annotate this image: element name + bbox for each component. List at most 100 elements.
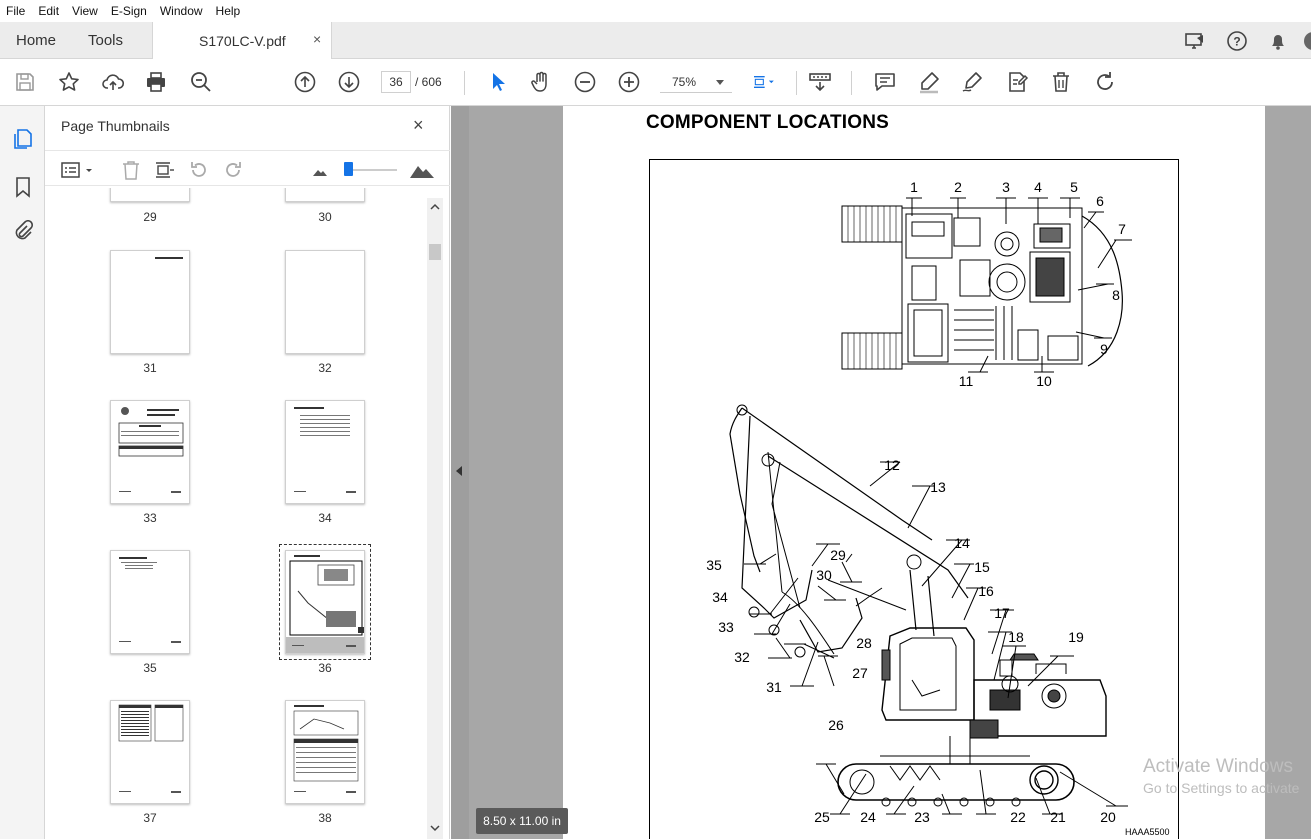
menu-help[interactable]: Help — [216, 4, 241, 18]
document-tab-label: S170LC-V.pdf — [199, 33, 286, 49]
callout-label: 6 — [1096, 193, 1104, 209]
tab-tools[interactable]: Tools — [88, 32, 123, 49]
save-icon[interactable] — [13, 70, 37, 94]
navigation-rail — [0, 106, 45, 839]
scroll-mode-icon[interactable] — [808, 70, 832, 94]
print-icon[interactable] — [144, 70, 168, 94]
panel-collapse-handle[interactable] — [451, 106, 469, 839]
delete-trash-icon[interactable] — [1049, 70, 1073, 94]
tab-document[interactable]: S170LC-V.pdf × — [152, 22, 332, 59]
toolbar-divider — [796, 71, 797, 95]
page-thumbnail[interactable] — [110, 188, 190, 202]
previous-page-icon[interactable] — [293, 70, 317, 94]
select-cursor-icon[interactable] — [486, 70, 510, 94]
page-thumbnail[interactable] — [110, 250, 190, 354]
draw-freehand-icon[interactable] — [960, 70, 984, 94]
thumbnail-label: 34 — [318, 511, 332, 525]
close-panel-icon[interactable]: × — [413, 115, 424, 136]
bookmark-icon[interactable] — [12, 176, 34, 198]
page-thumbnail-selected[interactable] — [285, 550, 365, 654]
zoom-out-icon[interactable] — [573, 70, 597, 94]
menu-edit[interactable]: Edit — [38, 4, 59, 18]
menu-esign[interactable]: E-Sign — [111, 4, 147, 18]
callout-label: 14 — [954, 535, 970, 551]
callout-label: 13 — [930, 479, 946, 495]
next-page-icon[interactable] — [337, 70, 361, 94]
highlight-pen-icon[interactable] — [917, 70, 941, 94]
bell-icon[interactable] — [1267, 30, 1289, 52]
edit-text-icon[interactable] — [1005, 70, 1029, 94]
insert-page-icon[interactable] — [153, 160, 175, 180]
redo-rotate-icon[interactable] — [1093, 70, 1117, 94]
figure-frame: 1 2 3 4 5 6 7 8 9 10 11 12 13 14 15 16 1 — [649, 159, 1179, 839]
account-icon[interactable] — [1302, 30, 1311, 52]
options-menu-icon[interactable] — [61, 160, 97, 180]
thumbnail-size-slider-knob[interactable] — [344, 162, 353, 176]
callout-label: 5 — [1070, 179, 1078, 195]
thumbnail-list[interactable]: 29 30 31 32 33 34 35 36 37 38 — [45, 188, 427, 839]
thumbnail-label: 35 — [143, 661, 157, 675]
figure-id: HAAA5500 — [1125, 827, 1170, 837]
callout-label: 35 — [706, 557, 722, 573]
attachment-paperclip-icon[interactable] — [12, 219, 34, 242]
thumbnail-scrollbar[interactable] — [427, 198, 443, 839]
fit-page-icon[interactable] — [752, 70, 788, 94]
collapse-arrow-icon[interactable] — [456, 466, 462, 476]
share-screen-icon[interactable] — [1184, 30, 1206, 52]
callout-label: 16 — [978, 583, 994, 599]
menu-window[interactable]: Window — [160, 4, 203, 18]
rotate-clockwise-icon[interactable] — [222, 160, 244, 180]
page-thumbnail[interactable] — [285, 700, 365, 804]
comment-icon[interactable] — [873, 70, 897, 94]
activation-watermark-sub: Go to Settings to activate — [1143, 780, 1300, 796]
page-thumbnails-icon[interactable] — [12, 128, 34, 150]
page-thumbnail[interactable] — [110, 550, 190, 654]
page-thumbnail[interactable] — [285, 400, 365, 504]
large-thumbnail-icon[interactable] — [409, 160, 435, 180]
page-thumbnail[interactable] — [110, 400, 190, 504]
page-thumbnail[interactable] — [285, 188, 365, 202]
zoom-search-icon[interactable] — [189, 70, 213, 94]
main-toolbar: 36 / 606 75% — [0, 59, 1311, 106]
thumbnail-label: 37 — [143, 811, 157, 825]
callout-label: 23 — [914, 809, 930, 825]
menu-file[interactable]: File — [6, 4, 25, 18]
document-viewer[interactable]: COMPONENT LOCATIONS 1 2 3 4 5 6 7 8 9 10… — [451, 106, 1311, 839]
zoom-in-icon[interactable] — [617, 70, 641, 94]
small-thumbnail-icon[interactable] — [309, 160, 331, 180]
callout-label: 8 — [1112, 287, 1120, 303]
close-tab-icon[interactable]: × — [313, 31, 321, 47]
menu-bar: File Edit View E-Sign Window Help — [0, 0, 1311, 22]
delete-page-icon[interactable] — [120, 160, 142, 180]
callout-label: 18 — [1008, 629, 1024, 645]
page-number-input[interactable]: 36 — [381, 71, 411, 93]
svg-text:?: ? — [1233, 35, 1240, 49]
callout-label: 33 — [718, 619, 734, 635]
callout-label: 11 — [959, 373, 974, 389]
callout-label: 9 — [1100, 341, 1108, 357]
tab-home[interactable]: Home — [16, 32, 56, 49]
callout-label: 26 — [828, 717, 844, 733]
excavator-diagram: 1 2 3 4 5 6 7 8 9 10 11 12 13 14 15 16 1 — [706, 179, 1132, 825]
activation-watermark: Activate Windows — [1143, 756, 1293, 777]
callout-label: 10 — [1036, 373, 1052, 389]
page-thumbnail[interactable] — [110, 700, 190, 804]
menu-view[interactable]: View — [72, 4, 98, 18]
callout-label: 29 — [830, 547, 846, 563]
upload-cloud-icon[interactable] — [101, 70, 125, 94]
thumbnail-label: 31 — [143, 361, 157, 375]
hand-tool-icon[interactable] — [529, 70, 553, 94]
callout-label: 17 — [994, 605, 1010, 621]
scrollbar-thumb[interactable] — [429, 244, 441, 260]
rotate-counterclockwise-icon[interactable] — [188, 160, 210, 180]
callout-label: 15 — [974, 559, 990, 575]
callout-label: 2 — [954, 179, 962, 195]
thumbnail-label: 29 — [143, 210, 157, 224]
callout-label: 34 — [712, 589, 728, 605]
page-thumbnail[interactable] — [285, 250, 365, 354]
toolbar-divider — [851, 71, 852, 95]
callout-label: 28 — [856, 635, 872, 651]
help-icon[interactable]: ? — [1226, 30, 1248, 52]
chevron-down-icon[interactable] — [716, 80, 724, 85]
star-icon[interactable] — [57, 70, 81, 94]
